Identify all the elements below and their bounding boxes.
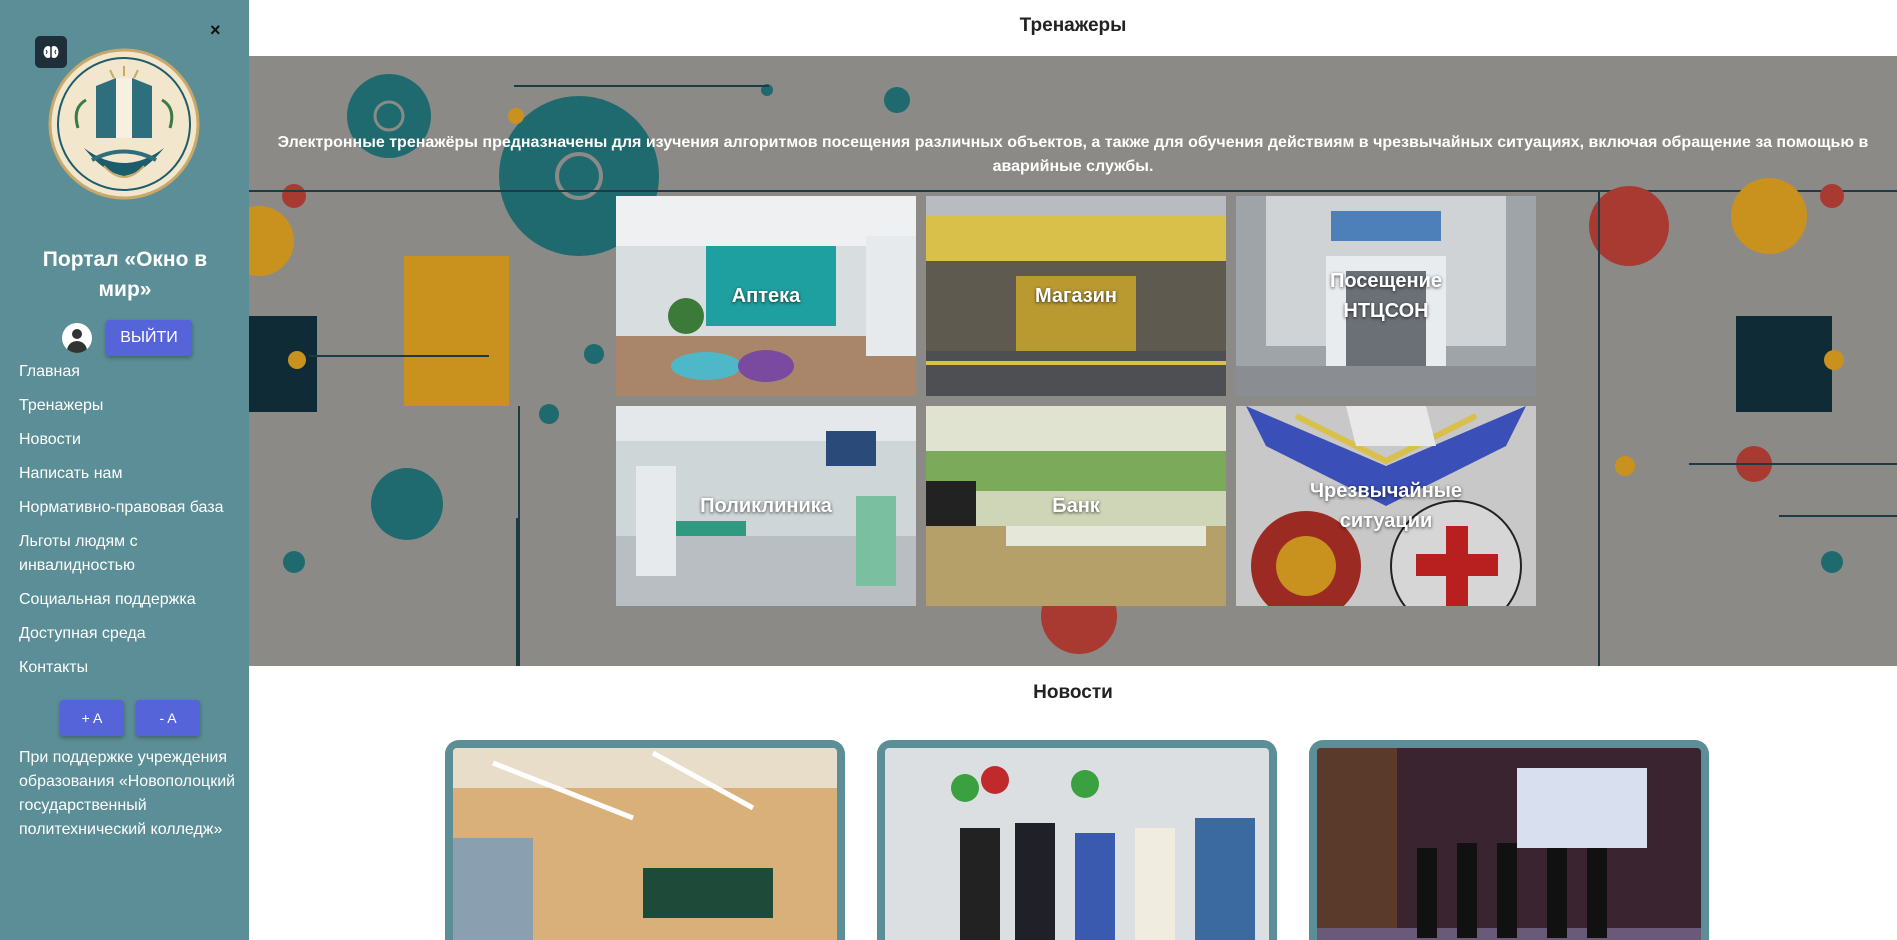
main-content: Тренажеры Электронные тренажёры предназн… [249,0,1897,940]
tile-label-shop: Магазин [1034,285,1118,307]
font-size-controls: + A - A [60,700,200,736]
nav-item-news[interactable]: Новости [19,428,234,452]
font-increase-button[interactable]: + A [60,700,124,736]
nav-item-legal-base[interactable]: Нормативно-правовая база [19,496,234,520]
nav-item-trainers[interactable]: Тренажеры [19,394,234,418]
nav-item-accessible-environment[interactable]: Доступная среда [19,622,234,646]
trainer-tile-shop[interactable]: Магазин [926,196,1226,396]
tile-label-clinic: Поликлиника [700,495,832,517]
tile-label-emergency: Чрезвычайные ситуации [1309,480,1463,532]
sidebar: × Портал «Окно в мир» ВЫЙТИ Главная Трен… [0,0,249,940]
trainer-tiles-grid: Аптека Магазин Посещение НТЦСОН Поликлин… [616,196,1536,606]
news-cards [445,740,1709,940]
news-image-classroom [453,748,837,940]
close-sidebar-button[interactable]: × [210,20,221,41]
sidebar-nav: Главная Тренажеры Новости Написать нам Н… [19,360,234,690]
news-image-stage [1317,748,1701,940]
trainer-tile-ntcson[interactable]: Посещение НТЦСОН [1236,196,1536,396]
trainer-tile-bank[interactable]: Банк [926,406,1226,606]
trainer-tile-pharmacy[interactable]: Аптека [616,196,916,396]
user-avatar-icon[interactable] [62,323,92,353]
news-title: Новости [1033,682,1113,703]
nav-item-social-support[interactable]: Социальная поддержка [19,588,234,612]
support-text: При поддержке учреждения образования «Но… [19,749,236,838]
trainers-hero: Электронные тренажёры предназначены для … [249,56,1897,666]
tile-label-ntcson: Посещение НТЦСОН [1329,270,1443,322]
nav-item-contacts[interactable]: Контакты [19,656,234,680]
news-card[interactable] [445,740,845,940]
tile-label-pharmacy: Аптека [731,285,801,307]
news-image-delegation [885,748,1269,940]
user-row: ВЫЙТИ [62,320,192,356]
tile-label-bank: Банк [1052,495,1100,517]
news-card[interactable] [877,740,1277,940]
trainer-tile-emergency[interactable]: Чрезвычайные ситуации [1236,406,1536,606]
news-card[interactable] [1309,740,1709,940]
trainer-tile-clinic[interactable]: Поликлиника [616,406,916,606]
portal-logo [48,48,200,200]
nav-item-home[interactable]: Главная [19,360,234,384]
logout-button[interactable]: ВЫЙТИ [106,320,192,356]
portal-title: Портал «Окно в мир» [42,248,208,301]
nav-item-benefits[interactable]: Льготы людям с инвалидностью [19,530,234,578]
nav-item-contact-us[interactable]: Написать нам [19,462,234,486]
font-decrease-button[interactable]: - A [136,700,200,736]
trainers-title: Тренажеры [1019,15,1127,36]
trainers-description: Электронные тренажёры предназначены для … [277,134,1869,175]
